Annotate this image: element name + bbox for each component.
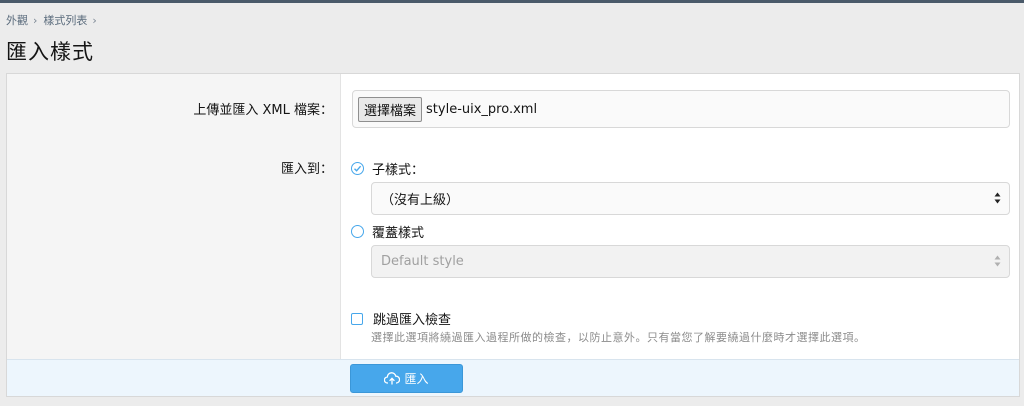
- breadcrumb-separator-icon: ›: [33, 13, 38, 27]
- overwrite-style-label: 覆蓋樣式: [372, 226, 425, 241]
- breadcrumb: 外觀 › 樣式列表 ›: [6, 12, 103, 28]
- import-button-label: 匯入: [404, 372, 429, 386]
- skip-import-check-label: 跳過匯入檢查: [373, 313, 452, 328]
- overwrite-style-select[interactable]: Default style: [371, 245, 1010, 278]
- upload-icon: [384, 372, 401, 385]
- select-arrows-icon: [994, 255, 1001, 271]
- skip-import-check-checkbox[interactable]: [351, 312, 363, 325]
- import-form: 上傳並匯入 XML 檔案： 選擇檔案 style-uix_pro.xml 匯入到…: [6, 73, 1020, 397]
- select-arrows-icon: [994, 192, 1001, 208]
- child-style-radio-checked-icon[interactable]: [351, 162, 364, 175]
- overwrite-style-option[interactable]: 覆蓋樣式: [351, 222, 424, 241]
- import-to-label: 匯入到：: [280, 162, 333, 177]
- child-style-label: 子樣式：: [372, 163, 425, 178]
- skip-import-check-option[interactable]: 跳過匯入檢查: [351, 309, 451, 328]
- import-button[interactable]: 匯入: [350, 364, 463, 393]
- parent-style-select[interactable]: （沒有上級）: [371, 182, 1010, 215]
- overwrite-style-select-value: Default style: [381, 254, 464, 269]
- top-bar: [0, 0, 1024, 3]
- breadcrumb-item-styles[interactable]: 樣式列表: [43, 12, 87, 28]
- upload-label: 上傳並匯入 XML 檔案：: [193, 103, 333, 118]
- overwrite-style-radio-icon[interactable]: [351, 225, 364, 238]
- selected-file-name: style-uix_pro.xml: [426, 101, 538, 117]
- parent-style-select-value: （沒有上級）: [381, 193, 460, 208]
- file-upload-field: 選擇檔案 style-uix_pro.xml: [352, 90, 1010, 128]
- form-footer: 匯入: [7, 359, 1019, 396]
- breadcrumb-item-appearance[interactable]: 外觀: [6, 12, 28, 28]
- skip-import-check-hint: 選擇此選項將繞過匯入過程所做的檢查，以防止意外。只有當您了解要繞過什麼時才選擇此…: [371, 331, 866, 344]
- choose-file-button[interactable]: 選擇檔案: [358, 96, 423, 122]
- child-style-option[interactable]: 子樣式：: [351, 159, 424, 178]
- page-title: 匯入樣式: [6, 40, 94, 64]
- breadcrumb-separator-icon: ›: [92, 13, 97, 27]
